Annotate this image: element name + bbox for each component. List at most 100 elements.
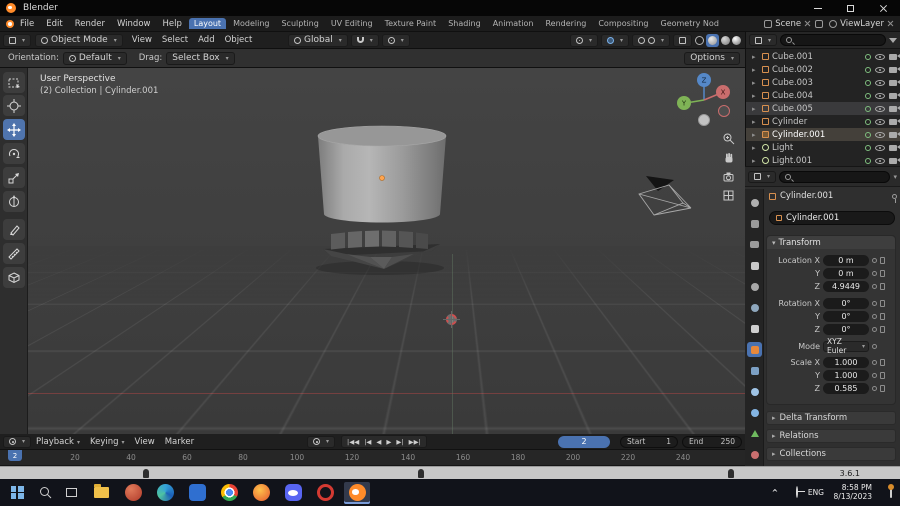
workspace-tab-compositing[interactable]: Compositing [593,18,653,29]
disable-render-icon[interactable] [889,79,900,86]
disable-render-icon[interactable] [889,105,900,112]
lock-icon[interactable] [880,325,885,333]
viewlayer-selector[interactable]: ViewLayer [837,19,887,29]
tab-render[interactable] [747,216,762,231]
workspace-tab-modeling[interactable]: Modeling [228,18,274,29]
tab-modifiers[interactable] [747,363,762,378]
rotation-mode-dropdown[interactable]: XYZ Euler ▾ [823,337,869,355]
lock-icon[interactable] [880,358,885,366]
viewport-3d[interactable]: User Perspective (2) Collection | Cylind… [28,68,745,434]
shading-wireframe-button[interactable] [695,35,704,45]
location-x-field[interactable]: 0 m [823,254,869,266]
select-box-tool[interactable] [3,72,25,93]
drag-dropdown[interactable]: Select Box [166,51,235,65]
tab-world[interactable] [747,300,762,315]
delta-transform-section[interactable]: Delta Transform [766,411,896,425]
outliner-row-active[interactable]: ▸ Cylinder.001 [746,128,900,141]
playhead[interactable]: 2 [8,450,22,461]
app-red-icon[interactable] [120,482,146,504]
animate-icon[interactable] [872,326,877,332]
animate-icon[interactable] [872,300,877,306]
blender-taskbar-icon[interactable] [344,481,370,504]
lock-icon[interactable] [880,312,885,320]
location-y-field[interactable]: 0 m [823,267,869,279]
tab-view-layer[interactable] [747,258,762,273]
properties-editor-selector[interactable] [748,170,777,183]
menu-view-timeline[interactable]: View [130,437,160,447]
pin-icon[interactable] [892,193,897,203]
transform-orientation-selector[interactable]: Global [288,33,348,47]
jump-to-start-button[interactable]: |◀◀ [345,438,361,446]
lock-icon[interactable] [880,371,885,379]
pan-hand-button[interactable] [720,149,737,166]
transform-tool[interactable] [3,191,25,212]
workspace-tab-geometry-nodes[interactable]: Geometry Nod [656,18,724,29]
hide-viewport-icon[interactable] [875,157,885,164]
animate-icon[interactable] [872,385,877,391]
snap-toggle[interactable] [350,33,379,47]
gizmo-toggle[interactable] [600,33,629,47]
scale-x-field[interactable]: 1.000 [823,356,869,368]
lock-icon[interactable] [880,282,885,290]
overlays-toggle[interactable] [631,33,670,47]
task-view-button[interactable] [58,482,84,504]
disable-render-icon[interactable] [889,53,900,60]
camera-view-button[interactable] [720,168,737,185]
collections-section[interactable]: Collections [766,447,896,461]
menu-object[interactable]: Object [220,35,258,45]
edge-icon[interactable] [152,482,178,504]
viewlayer-remove-icon[interactable] [887,20,894,27]
lock-icon[interactable] [880,269,885,277]
hide-viewport-icon[interactable] [875,66,885,73]
lock-icon[interactable] [880,299,885,307]
language-indicator[interactable]: ENG [808,488,824,497]
disable-render-icon[interactable] [889,131,900,138]
menu-view[interactable]: View [127,35,157,45]
app-menu-icon[interactable] [6,19,14,28]
ortho-grid-button[interactable] [720,187,737,204]
shading-material-button[interactable] [721,35,730,45]
relations-section[interactable]: Relations [766,429,896,443]
menu-edit[interactable]: Edit [40,19,68,29]
menu-add[interactable]: Add [193,35,219,45]
rotation-x-field[interactable]: 0° [823,297,869,309]
properties-search-input[interactable] [779,170,891,183]
tab-object-data[interactable] [747,426,762,441]
hide-viewport-icon[interactable] [875,92,885,99]
disable-render-icon[interactable] [889,157,900,164]
hide-viewport-icon[interactable] [875,105,885,112]
discord-icon[interactable] [280,482,306,504]
maximize-button[interactable] [834,0,867,16]
play-reverse-button[interactable]: ◀ [374,438,383,446]
add-primitive-tool[interactable] [3,267,25,288]
animate-icon[interactable] [872,343,877,349]
animate-icon[interactable] [872,372,877,378]
tab-physics[interactable] [747,405,762,420]
rotate-tool[interactable] [3,143,25,164]
notification-center-icon[interactable] [888,484,894,498]
animate-icon[interactable] [872,283,877,289]
timeline-ruler[interactable]: 2 20 40 60 80 100 120 140 160 180 200 22… [0,450,745,466]
menu-marker[interactable]: Marker [160,437,199,447]
app-blue-icon[interactable] [184,482,210,504]
shading-solid-button[interactable] [706,33,719,47]
hide-viewport-icon[interactable] [875,131,885,138]
tab-tool[interactable] [747,195,762,210]
outliner-search-input[interactable] [780,34,886,46]
menu-help[interactable]: Help [156,19,187,29]
scale-tool[interactable] [3,167,25,188]
jump-to-end-button[interactable]: ▶▶| [407,438,423,446]
frame-end-field[interactable]: End 250 [682,435,742,448]
close-button[interactable] [867,0,900,16]
tray-chevron-icon[interactable]: ^ [772,488,778,497]
outliner-row[interactable]: ▸ Cube.003 [746,76,900,89]
workspace-tab-animation[interactable]: Animation [488,18,539,29]
zoom-button[interactable] [720,130,737,147]
clock[interactable]: 8:58 PM 8/13/2023 [834,483,872,501]
taskbar-search-button[interactable] [32,482,58,504]
annotate-tool[interactable] [3,219,25,240]
expand-arrow-icon[interactable]: ▸ [752,53,759,61]
network-icon[interactable] [796,486,798,498]
scene-unlink-icon[interactable] [804,20,811,27]
scale-z-field[interactable]: 0.585 [823,382,869,394]
